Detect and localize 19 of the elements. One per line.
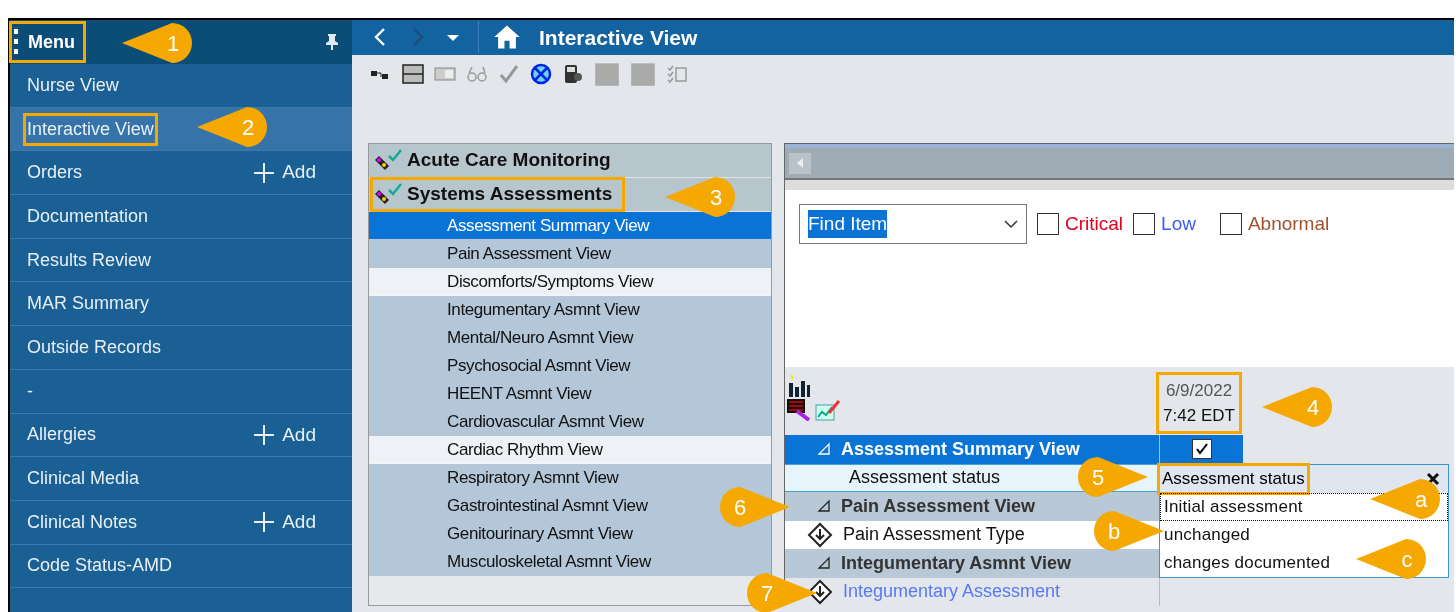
page-title: Interactive View <box>539 24 698 51</box>
sidebar-item-label: Nurse View <box>26 73 120 97</box>
filter-label: Low <box>1161 211 1196 236</box>
sidebar-item-label: - <box>26 379 34 403</box>
sidebar-item-label: Interactive View <box>26 115 155 143</box>
filter-label: Critical <box>1065 211 1124 236</box>
sidebar-item-label: Clinical Media <box>26 467 141 491</box>
sidebar-item-label: Allergies <box>26 423 98 447</box>
sidebar-item-label: Outside Records <box>26 335 163 359</box>
time-label: 7:42 EDT <box>1163 405 1235 427</box>
dropdown-title: Assessment status <box>1160 466 1307 492</box>
date-label: 6/9/2022 <box>1165 379 1233 402</box>
sidebar-item-label: Results Review <box>26 248 153 272</box>
sidebar-item-label: Clinical Notes <box>26 510 139 534</box>
filter-label: Abnormal <box>1247 211 1330 236</box>
sidebar-item-label: Orders <box>26 161 83 185</box>
sidebar-item-label: MAR Summary <box>26 292 150 316</box>
sidebar-item-label: Documentation <box>26 204 150 228</box>
sidebar-item-label: Code Status-AMD <box>26 554 174 578</box>
